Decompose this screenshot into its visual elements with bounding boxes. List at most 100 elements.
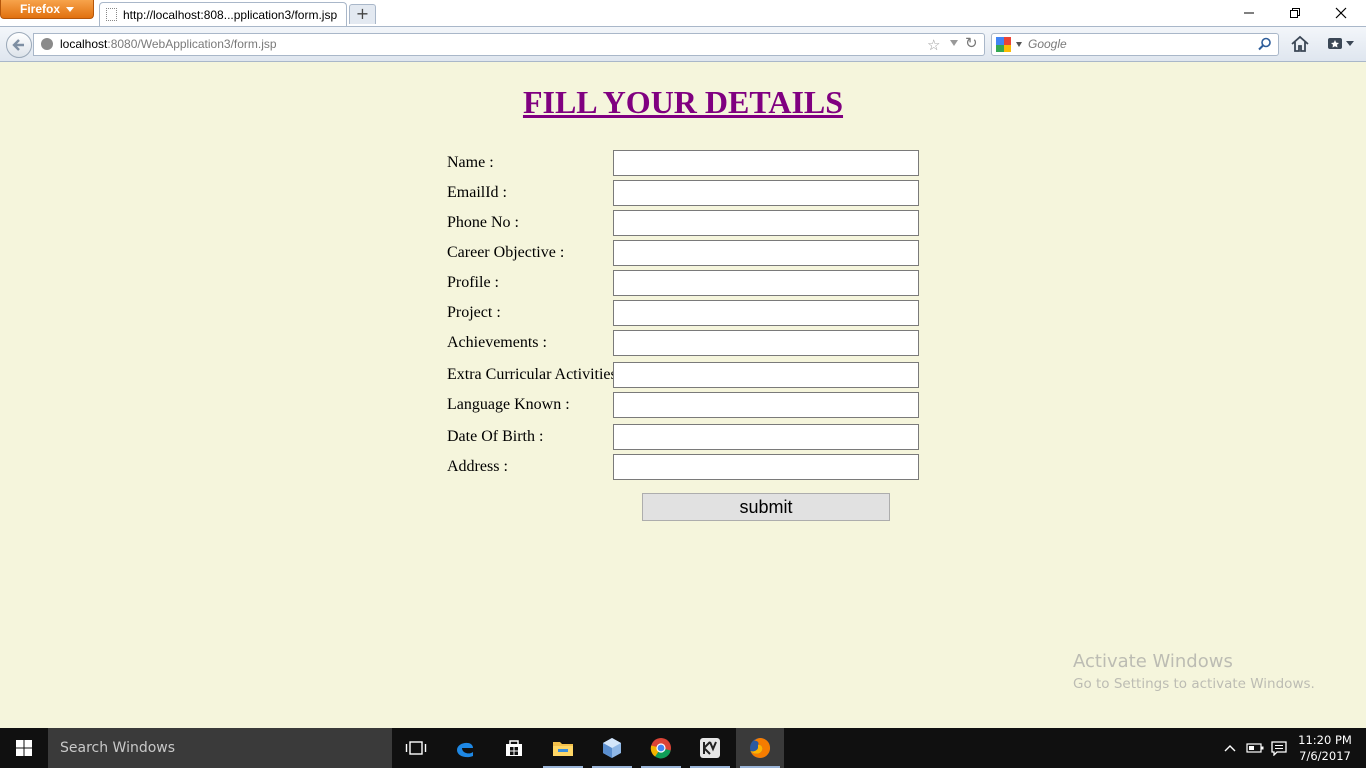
form-row-profile: Profile : bbox=[447, 270, 919, 296]
url-path: :8080/WebApplication3/form.jsp bbox=[107, 37, 277, 51]
form-row-language: Language Known : bbox=[447, 392, 919, 418]
language-input[interactable] bbox=[613, 392, 919, 418]
back-button[interactable] bbox=[6, 32, 32, 58]
task-view-icon bbox=[405, 741, 427, 755]
firefox-menu-button[interactable]: Firefox bbox=[0, 0, 94, 19]
bookmark-star-icon[interactable]: ☆ bbox=[927, 36, 940, 54]
google-icon bbox=[996, 37, 1011, 52]
edge-taskbar-button[interactable] bbox=[441, 728, 489, 768]
restore-icon bbox=[1290, 8, 1300, 18]
form-row-phone: Phone No : bbox=[447, 210, 919, 236]
virtualbox-icon bbox=[603, 738, 621, 758]
battery-button[interactable] bbox=[1243, 728, 1267, 768]
search-placeholder: Google bbox=[1028, 37, 1067, 51]
watermark-subtitle: Go to Settings to activate Windows. bbox=[1073, 676, 1315, 692]
chevron-down-icon bbox=[66, 6, 74, 12]
form-row-address: Address : bbox=[447, 454, 919, 480]
chevron-up-icon bbox=[1224, 745, 1236, 752]
minimize-button[interactable] bbox=[1226, 0, 1272, 26]
watermark-title: Activate Windows bbox=[1073, 651, 1233, 672]
minimize-icon bbox=[1244, 12, 1254, 14]
tab-form-jsp[interactable]: http://localhost:808...pplication3/form.… bbox=[99, 2, 347, 26]
edge-icon bbox=[457, 742, 473, 758]
battery-icon bbox=[1246, 743, 1264, 753]
close-icon bbox=[1335, 7, 1347, 19]
show-hidden-icons-button[interactable] bbox=[1220, 728, 1240, 768]
form-row-name: Name : bbox=[447, 150, 919, 176]
clock-date: 7/6/2017 bbox=[1299, 749, 1351, 763]
task-view-button[interactable] bbox=[392, 728, 440, 768]
search-icon[interactable] bbox=[1258, 37, 1272, 51]
taskbar-clock[interactable]: 11:20 PM 7/6/2017 bbox=[1290, 728, 1360, 768]
home-button[interactable] bbox=[1291, 35, 1309, 57]
plus-icon: + bbox=[355, 4, 370, 23]
email-input[interactable] bbox=[613, 180, 919, 206]
taskbar-search-box[interactable]: Search Windows bbox=[48, 728, 392, 768]
page-title: FILL YOUR DETAILS bbox=[522, 84, 844, 120]
search-bar[interactable]: Google bbox=[991, 33, 1279, 56]
start-button[interactable] bbox=[0, 728, 48, 768]
email-label: EmailId : bbox=[447, 184, 507, 201]
profile-input[interactable] bbox=[613, 270, 919, 296]
taskbar: Search Windows 11:20 PM 7/6/2017 bbox=[0, 728, 1366, 768]
date-of-birth-label: Date Of Birth : bbox=[447, 428, 544, 445]
globe-icon bbox=[41, 38, 53, 50]
chrome-taskbar-button[interactable] bbox=[637, 728, 685, 768]
url-host: localhost bbox=[60, 37, 108, 51]
date-of-birth-input[interactable] bbox=[613, 424, 919, 450]
project-input[interactable] bbox=[613, 300, 919, 326]
file-explorer-icon bbox=[553, 742, 573, 756]
bookmarks-icon bbox=[1328, 38, 1342, 49]
store-icon bbox=[506, 740, 522, 756]
address-label: Address : bbox=[447, 458, 508, 475]
chevron-down-icon bbox=[1346, 40, 1354, 46]
action-center-button[interactable] bbox=[1267, 728, 1291, 768]
kmplayer-taskbar-button[interactable] bbox=[686, 728, 734, 768]
notifications-icon bbox=[1271, 741, 1287, 756]
career-objective-input[interactable] bbox=[613, 240, 919, 266]
url-bar[interactable]: localhost:8080/WebApplication3/form.jsp bbox=[33, 33, 985, 56]
phone-input[interactable] bbox=[613, 210, 919, 236]
search-engine-dropdown-icon[interactable] bbox=[1016, 42, 1022, 47]
career-objective-label: Career Objective : bbox=[447, 244, 565, 261]
page-icon bbox=[106, 8, 117, 21]
reload-icon[interactable]: ↻ bbox=[965, 34, 978, 52]
back-arrow-icon bbox=[12, 39, 24, 51]
form-row-date-of-birth: Date Of Birth : bbox=[447, 424, 919, 450]
kmplayer-icon bbox=[700, 738, 720, 758]
new-tab-button[interactable]: + bbox=[349, 4, 376, 24]
restore-button[interactable] bbox=[1272, 0, 1318, 26]
achievements-input[interactable] bbox=[613, 330, 919, 356]
form-row-career-objective: Career Objective : bbox=[447, 240, 919, 266]
extra-curricular-input[interactable] bbox=[613, 362, 919, 388]
project-label: Project : bbox=[447, 304, 501, 321]
store-taskbar-button[interactable] bbox=[490, 728, 538, 768]
file-explorer-taskbar-button[interactable] bbox=[539, 728, 587, 768]
name-input[interactable] bbox=[613, 150, 919, 176]
clock-time: 11:20 PM bbox=[1298, 733, 1352, 747]
title-bar: Firefox http://localhost:808...pplicatio… bbox=[0, 0, 1366, 26]
language-label: Language Known : bbox=[447, 396, 570, 413]
chrome-icon bbox=[650, 738, 671, 759]
virtualbox-taskbar-button[interactable] bbox=[588, 728, 636, 768]
submit-button[interactable]: submit bbox=[642, 493, 890, 521]
firefox-menu-label: Firefox bbox=[19, 2, 60, 16]
close-button[interactable] bbox=[1318, 0, 1364, 26]
form-row-achievements: Achievements : bbox=[447, 330, 919, 356]
profile-label: Profile : bbox=[447, 274, 499, 291]
name-label: Name : bbox=[447, 154, 494, 171]
bookmarks-menu-button[interactable] bbox=[1327, 35, 1354, 51]
page-content: FILL YOUR DETAILS Name : EmailId : Phone… bbox=[0, 62, 1366, 728]
taskbar-search-placeholder: Search Windows bbox=[60, 740, 176, 756]
firefox-icon bbox=[750, 737, 771, 758]
firefox-taskbar-button[interactable] bbox=[736, 728, 784, 768]
address-input[interactable] bbox=[613, 454, 919, 480]
phone-label: Phone No : bbox=[447, 214, 519, 231]
achievements-label: Achievements : bbox=[447, 334, 547, 351]
tab-title: http://localhost:808...pplication3/form.… bbox=[123, 7, 338, 22]
extra-curricular-label: Extra Curricular Activities : bbox=[447, 366, 626, 383]
form-row-project: Project : bbox=[447, 300, 919, 326]
form-row-extra-curricular: Extra Curricular Activities : bbox=[447, 362, 919, 388]
windows-logo-icon bbox=[16, 740, 32, 756]
url-history-dropdown-icon[interactable] bbox=[950, 40, 958, 46]
